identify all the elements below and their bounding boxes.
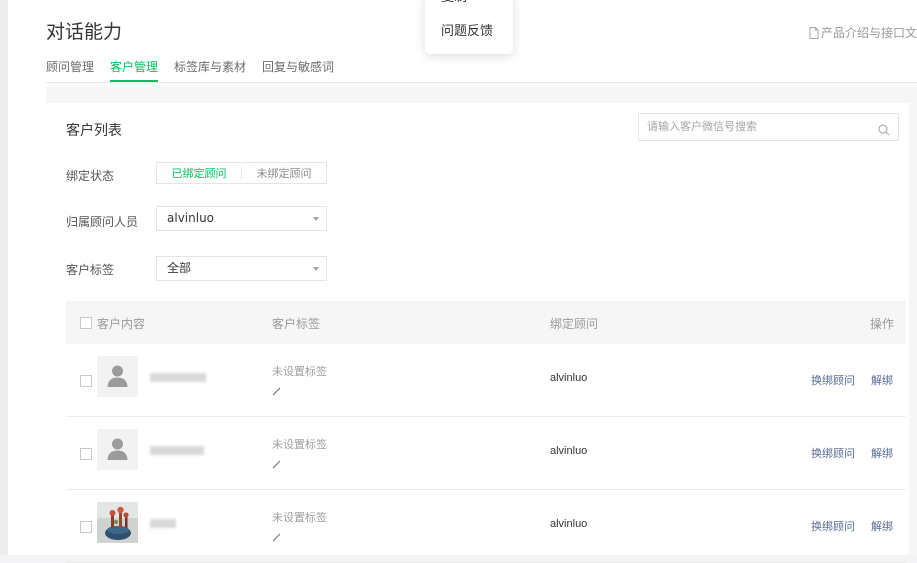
menu-item-copy[interactable]: 复制 xyxy=(441,0,467,5)
advisor-filter-label: 归属顾问人员 xyxy=(66,215,139,229)
option-unbound[interactable]: 未绑定顾问 xyxy=(242,165,326,181)
table-row: 未设置标签 alvinluo 换绑顾问 解绑 xyxy=(66,490,906,563)
tab-advisor-management[interactable]: 顾问管理 xyxy=(46,58,94,81)
tab-bar: 顾问管理 客户管理 标签库与素材 回复与敏感词 xyxy=(46,58,917,83)
customer-list-card: 客户列表 绑定状态 已绑定顾问 未绑定顾问 归属顾问人员 alvinluo 客户… xyxy=(46,103,909,563)
card-title: 客户列表 xyxy=(66,123,122,139)
photo-avatar-icon xyxy=(97,502,138,543)
tab-tag-library[interactable]: 标签库与素材 xyxy=(174,58,246,81)
rebind-advisor-link[interactable]: 换绑顾问 xyxy=(811,445,855,461)
tag-select-value: 全部 xyxy=(167,261,192,275)
person-icon xyxy=(107,438,128,460)
blurred-nickname xyxy=(150,373,206,382)
rebind-advisor-link[interactable]: 换绑顾问 xyxy=(811,518,855,534)
menu-item-feedback[interactable]: 问题反馈 xyxy=(441,20,493,39)
column-actions: 操作 xyxy=(870,317,895,331)
dropdown-popover: 复制 问题反馈 xyxy=(425,0,513,54)
search-input[interactable] xyxy=(639,114,867,140)
rebind-advisor-link[interactable]: 换绑顾问 xyxy=(811,372,855,388)
person-icon xyxy=(107,365,128,387)
tag-status: 未设置标签 xyxy=(272,438,327,451)
binding-status-label: 绑定状态 xyxy=(66,169,115,183)
advisor-select[interactable]: alvinluo xyxy=(156,206,327,231)
select-all-checkbox[interactable] xyxy=(80,317,92,329)
table-row: 未设置标签 alvinluo 换绑顾问 解绑 xyxy=(66,417,906,490)
tab-reply-sensitive-words[interactable]: 回复与敏感词 xyxy=(262,58,334,81)
left-edge xyxy=(0,0,8,555)
bound-advisor: alvinluo xyxy=(550,372,588,384)
row-checkbox[interactable] xyxy=(80,375,92,387)
chevron-down-icon xyxy=(313,267,319,271)
avatar xyxy=(97,356,138,397)
table-header: 客户内容 客户标签 绑定顾问 操作 xyxy=(66,301,906,344)
row-checkbox[interactable] xyxy=(80,521,92,533)
tag-filter-label: 客户标签 xyxy=(66,263,115,277)
table-row: 未设置标签 alvinluo 换绑顾问 解绑 xyxy=(66,344,906,417)
bound-advisor: alvinluo xyxy=(550,518,588,530)
avatar xyxy=(97,429,138,470)
tag-status: 未设置标签 xyxy=(272,511,327,524)
page-title: 对话能力 xyxy=(46,21,123,43)
unbind-link[interactable]: 解绑 xyxy=(871,372,893,388)
search-icon[interactable] xyxy=(878,121,890,140)
unbind-link[interactable]: 解绑 xyxy=(871,445,893,461)
column-customer: 客户内容 xyxy=(97,317,146,331)
edit-tag-icon[interactable] xyxy=(272,381,281,400)
binding-status-toggle: 已绑定顾问 未绑定顾问 xyxy=(156,162,327,184)
search-box xyxy=(638,113,899,141)
avatar xyxy=(97,502,138,543)
chevron-down-icon xyxy=(313,217,319,221)
tag-select[interactable]: 全部 xyxy=(156,256,327,281)
blurred-nickname xyxy=(150,446,204,455)
blurred-nickname xyxy=(150,519,176,528)
tag-status: 未设置标签 xyxy=(272,365,327,378)
doc-link[interactable]: 产品介绍与接口文 xyxy=(809,24,917,41)
bound-advisor: alvinluo xyxy=(550,445,588,457)
row-checkbox[interactable] xyxy=(80,448,92,460)
edit-tag-icon[interactable] xyxy=(272,527,281,546)
advisor-select-value: alvinluo xyxy=(167,211,215,225)
tab-customer-management[interactable]: 客户管理 xyxy=(110,58,159,82)
unbind-link[interactable]: 解绑 xyxy=(871,518,893,534)
doc-link-label: 产品介绍与接口文 xyxy=(820,26,917,40)
option-bound[interactable]: 已绑定顾问 xyxy=(157,165,241,181)
column-tag: 客户标签 xyxy=(272,317,321,331)
document-icon xyxy=(809,26,819,39)
column-advisor: 绑定顾问 xyxy=(550,317,599,331)
edit-tag-icon[interactable] xyxy=(272,454,281,473)
